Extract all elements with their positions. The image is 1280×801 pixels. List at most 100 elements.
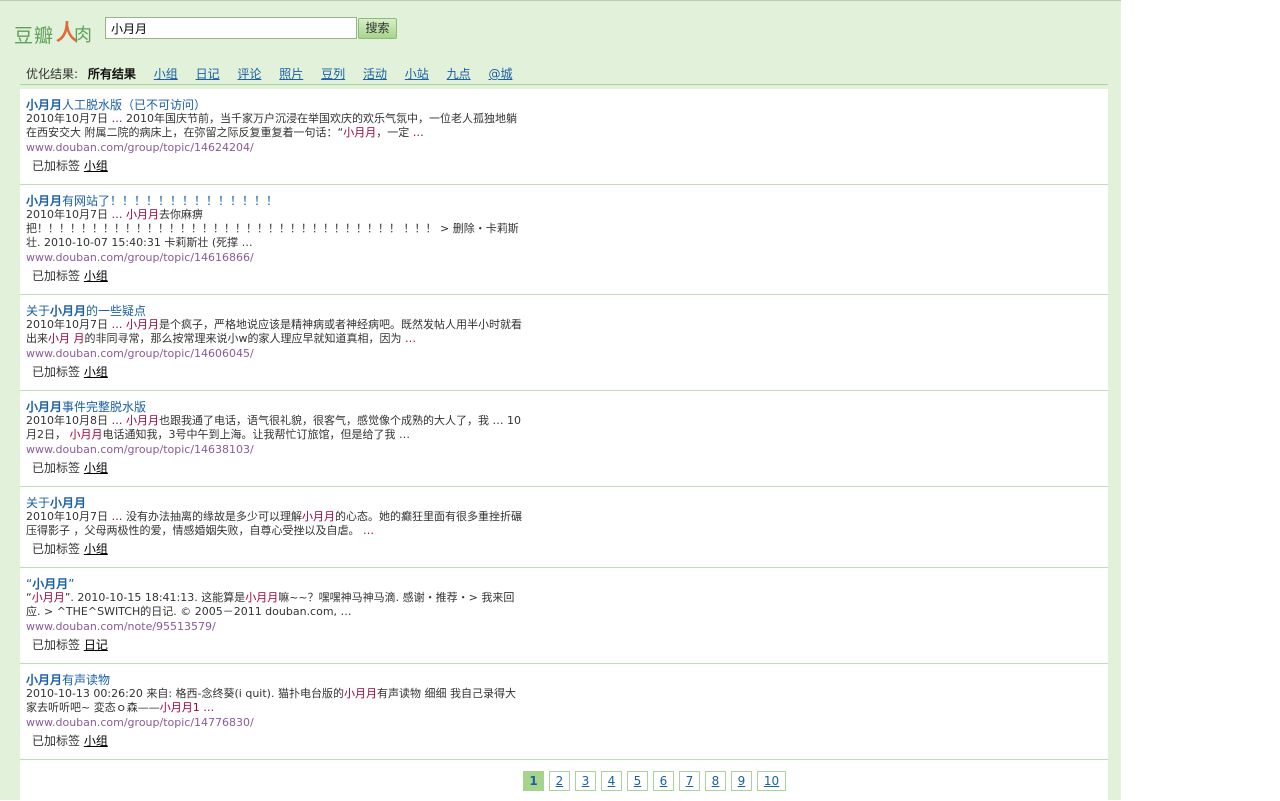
result-url: www.douban.com/group/topic/14606045/ — [26, 347, 254, 360]
result-tag-link[interactable]: 小组 — [84, 159, 108, 173]
result-title-rest[interactable]: ” — [68, 577, 74, 591]
snippet-text: 2010年10月7日 — [26, 208, 112, 221]
result-tag-label: 已加标签 — [32, 638, 84, 652]
snippet-keyword: 小月 月 — [48, 332, 85, 345]
filter-review[interactable]: 评论 — [237, 65, 261, 82]
result-title-keyword[interactable]: 小月月 — [26, 673, 62, 687]
result-title-keyword[interactable]: 小月月 — [32, 577, 68, 591]
snippet-text: 2010年10月8日 — [26, 414, 112, 427]
page-link[interactable]: 10 — [757, 771, 786, 791]
result-tag-link[interactable]: 日记 — [84, 638, 108, 652]
result-title-prefix[interactable]: 关于 — [26, 304, 50, 318]
filter-doulist[interactable]: 豆列 — [321, 65, 345, 82]
result-tag-label: 已加标签 — [32, 365, 84, 379]
result-title-keyword[interactable]: 小月月 — [26, 98, 62, 112]
filter-group[interactable]: 小组 — [154, 65, 178, 82]
result-title-rest[interactable]: 的一些疑点 — [86, 304, 146, 318]
result-item: 小月月事件完整脱水版 2010年10月8日 … 小月月也跟我通了电话，语气很礼貌，… — [20, 391, 1108, 487]
snippet-keyword: 小月月 — [126, 208, 159, 221]
result-title-link[interactable]: 小月月事件完整脱水版 — [26, 400, 1102, 414]
result-item: 关于小月月的一些疑点 2010年10月7日 … 小月月是个疯子，严格地说应该是精神… — [20, 295, 1108, 391]
page-current: 1 — [523, 771, 544, 791]
page-link[interactable]: 8 — [705, 771, 726, 791]
result-tag-link[interactable]: 小组 — [84, 461, 108, 475]
snippet-keyword: 小月月 — [343, 126, 377, 139]
result-title-rest[interactable]: 有网站了！！！！！！！！！！！！！！ — [62, 194, 278, 208]
result-title-keyword[interactable]: 小月月 — [26, 194, 62, 208]
filter-all-results: 所有结果 — [87, 67, 136, 81]
result-tag: 已加标签 小组 — [26, 733, 1102, 749]
snippet-text: … — [111, 318, 123, 331]
result-title-link[interactable]: “小月月” — [26, 577, 1102, 591]
result-snippet: 2010年10月7日 … 小月月去你麻痹把！！！！！！！！！！！！！！！！！！！… — [26, 208, 526, 250]
result-tag-label: 已加标签 — [32, 159, 84, 173]
filter-event[interactable]: 活动 — [363, 65, 387, 82]
snippet-text: … — [111, 510, 123, 523]
result-tag-link[interactable]: 小组 — [84, 734, 108, 748]
search-input[interactable] — [105, 17, 357, 39]
snippet-text: 2010年10月7日 — [26, 318, 112, 331]
page-link[interactable]: 7 — [679, 771, 700, 791]
result-title-rest[interactable]: 事件完整脱水版 — [62, 400, 146, 414]
result-tag: 已加标签 小组 — [26, 364, 1102, 380]
result-title-keyword[interactable]: 小月月 — [26, 400, 62, 414]
snippet-text: … — [412, 126, 424, 139]
filter-photo[interactable]: 照片 — [279, 65, 303, 82]
result-url: www.douban.com/group/topic/14638103/ — [26, 443, 254, 456]
result-snippet: 2010年10月7日 … 小月月是个疯子，严格地说应该是精神病或者神经病吧。既然… — [26, 318, 526, 346]
result-tag-link[interactable]: 小组 — [84, 542, 108, 556]
result-tag-link[interactable]: 小组 — [84, 269, 108, 283]
result-title-link[interactable]: 关于小月月 — [26, 496, 1102, 510]
result-title-keyword[interactable]: 小月月 — [50, 304, 86, 318]
logo-text: 豆瓣 — [14, 25, 55, 47]
snippet-keyword: 小月月 — [31, 591, 65, 604]
snippet-text: … — [111, 414, 123, 427]
filter-site[interactable]: 小站 — [405, 65, 429, 82]
page-link[interactable]: 6 — [653, 771, 674, 791]
result-title-link[interactable]: 关于小月月的一些疑点 — [26, 304, 1102, 318]
result-title-rest[interactable]: 有声读物 — [62, 673, 110, 687]
filter-diary[interactable]: 日记 — [196, 65, 220, 82]
result-title-prefix[interactable]: 关于 — [26, 496, 50, 510]
result-item: 关于小月月 2010年10月7日 … 没有办法抽离的缘故是多少可以理解小月月的心态… — [20, 487, 1108, 568]
result-snippet: “小月月”. 2010-10-15 18:41:13. 这能算是小月月嘛~~？嘿… — [26, 591, 526, 619]
search-button[interactable]: 搜索 — [358, 18, 397, 39]
pagination: 1 2 3 4 5 6 7 8 9 10 — [523, 771, 791, 791]
filter-bar: 优化结果: 所有结果 小组 日记 评论 照片 豆列 活动 小站 九点 @城 — [26, 65, 526, 83]
snippet-keyword: 小月月 — [302, 510, 335, 523]
snippet-text: … — [363, 524, 374, 537]
page-link[interactable]: 4 — [601, 771, 622, 791]
snippet-text: ”. 2010-10-15 18:41:13. 这能算是 — [64, 591, 246, 604]
snippet-text: 2010年10月7日 — [26, 112, 112, 125]
result-title-keyword[interactable]: 小月月 — [50, 496, 86, 510]
douban-renrou-logo[interactable]: 豆瓣 人 肉 — [14, 15, 92, 49]
filter-divider — [20, 84, 1108, 85]
page-link[interactable]: 5 — [627, 771, 648, 791]
filter-jiudian[interactable]: 九点 — [447, 65, 471, 82]
logo-rou: 肉 — [74, 25, 92, 46]
snippet-text: … — [111, 208, 123, 221]
result-title-link[interactable]: 小月月有声读物 — [26, 673, 1102, 687]
result-tag-label: 已加标签 — [32, 542, 84, 556]
result-url: www.douban.com/note/95513579/ — [26, 620, 216, 633]
snippet-text: … — [203, 701, 215, 714]
result-title-link[interactable]: 小月月有网站了！！！！！！！！！！！！！！ — [26, 194, 1102, 208]
snippet-keyword: 小月月1 — [159, 701, 200, 714]
page-link[interactable]: 2 — [549, 771, 570, 791]
snippet-text: 2010-10-13 00:26:20 来自: 格西-念终葵(i quit). … — [26, 687, 344, 700]
result-tag-label: 已加标签 — [32, 461, 84, 475]
result-tag-link[interactable]: 小组 — [84, 365, 108, 379]
result-url: www.douban.com/group/topic/14616866/ — [26, 251, 254, 264]
result-item: 小月月人工脱水版（已不可访问） 2010年10月7日 … 2010年国庆节前，当千… — [20, 89, 1108, 185]
result-title-rest[interactable]: 人工脱水版（已不可访问） — [62, 98, 206, 112]
filter-city[interactable]: @城 — [488, 65, 512, 82]
snippet-text: 电话通知我，3号中午到上海。让我帮忙订旅馆，但是给了我 … — [102, 428, 411, 441]
snippet-text: … — [405, 332, 416, 345]
result-url: www.douban.com/group/topic/14776830/ — [26, 716, 254, 729]
page-link[interactable]: 3 — [575, 771, 596, 791]
result-item: 小月月有声读物 2010-10-13 00:26:20 来自: 格西-念终葵(i … — [20, 664, 1108, 760]
result-tag: 已加标签 小组 — [26, 541, 1102, 557]
snippet-text: 2010年10月7日 — [26, 510, 112, 523]
page-link[interactable]: 9 — [731, 771, 752, 791]
result-title-link[interactable]: 小月月人工脱水版（已不可访问） — [26, 98, 1102, 112]
